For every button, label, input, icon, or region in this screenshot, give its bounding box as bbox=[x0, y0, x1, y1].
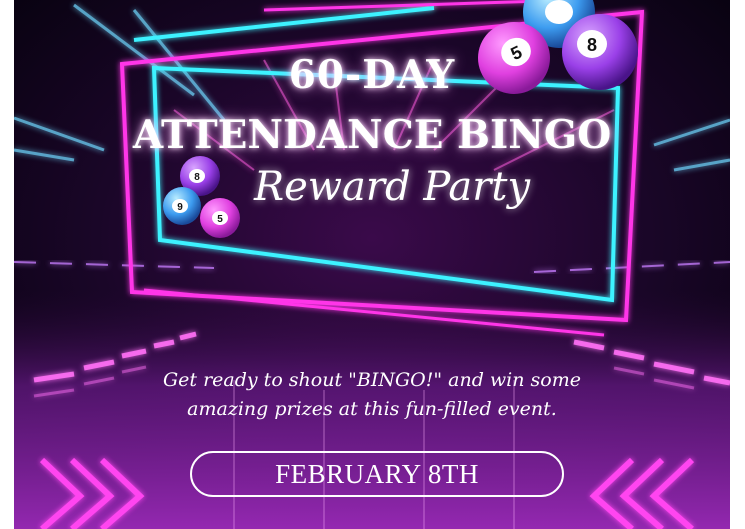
tagline-line-2: amazing prizes at this fun-filled event. bbox=[187, 398, 557, 420]
title-line-2: ATTENDANCE BINGO bbox=[132, 112, 612, 158]
tagline-line-1: Get ready to shout "BINGO!" and win some bbox=[163, 369, 581, 391]
tagline: Get ready to shout "BINGO!" and win some… bbox=[14, 366, 730, 424]
event-date-pill: FEBRUARY 8TH bbox=[190, 451, 564, 497]
event-date: FEBRUARY 8TH bbox=[275, 458, 479, 489]
bingo-ball-icon: 9 bbox=[163, 187, 201, 225]
ball-number: 5 bbox=[217, 214, 223, 225]
title-line-1: 60-DAY bbox=[288, 52, 456, 98]
ball-number: 9 bbox=[177, 202, 183, 213]
ball-number: 8 bbox=[194, 172, 200, 183]
bingo-ball-icon: 5 bbox=[200, 198, 240, 238]
subtitle: Reward Party bbox=[254, 164, 531, 210]
bingo-poster: 5 8 8 9 5 60-DAY ATTENDANCE BINGO Reward… bbox=[14, 0, 730, 529]
